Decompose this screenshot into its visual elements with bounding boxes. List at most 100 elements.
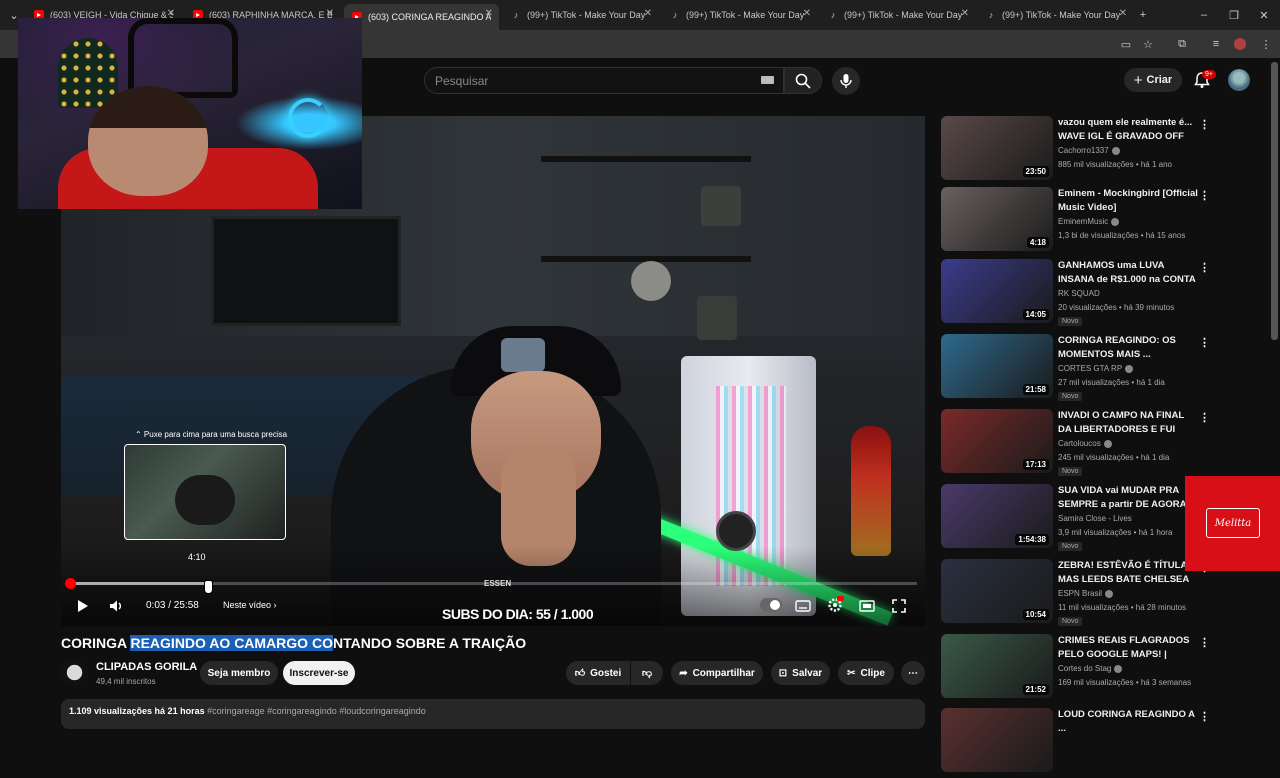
plus-icon: + bbox=[1133, 71, 1143, 89]
subtitles-button[interactable] bbox=[794, 597, 812, 615]
search-input[interactable]: Pesquisar bbox=[424, 67, 784, 94]
like-button[interactable]: 👍︎ Gostei bbox=[566, 661, 630, 685]
recommended-channel-name: CORTES GTA RP bbox=[1058, 364, 1123, 373]
recommended-video[interactable]: 14:05 GANHAMOS uma LUVA INSANA de R$1.000… bbox=[941, 259, 1241, 329]
recommended-video-title[interactable]: ZEBRA! ESTÊVÃO É TÍTULAR, MAS LEEDS BATE… bbox=[1058, 559, 1198, 587]
close-tab-icon[interactable]: ✕ bbox=[1119, 8, 1127, 19]
cast-icon[interactable]: ▭ bbox=[1118, 36, 1134, 52]
more-options-icon[interactable]: ⋮ bbox=[1199, 261, 1210, 274]
recommended-channel[interactable]: Cartoloucos bbox=[1058, 439, 1112, 448]
recommended-channel[interactable]: RK SQUAD bbox=[1058, 289, 1100, 298]
recommended-video-title[interactable]: Eminem - Mockingbird [Official Music Vid… bbox=[1058, 187, 1198, 215]
account-avatar[interactable] bbox=[1228, 69, 1250, 91]
close-tab-icon[interactable]: ✕ bbox=[961, 8, 969, 19]
video-thumbnail[interactable]: 21:58 bbox=[941, 334, 1053, 398]
video-thumbnail[interactable]: 23:50 bbox=[941, 116, 1053, 180]
fullscreen-button[interactable] bbox=[890, 597, 908, 615]
recommended-video[interactable]: 17:13 INVADI O CAMPO NA FINAL DA LIBERTAD… bbox=[941, 409, 1241, 479]
recommended-video[interactable]: 21:58 CORINGA REAGINDO: OS MOMENTOS MAIS … bbox=[941, 334, 1241, 404]
browser-tab[interactable]: ♪ (99+) TikTok - Make Your Day ✕ bbox=[503, 4, 658, 26]
more-options-icon[interactable]: ⋮ bbox=[1199, 118, 1210, 131]
search-button[interactable] bbox=[784, 67, 822, 94]
recommended-channel[interactable]: EminemMusic bbox=[1058, 217, 1120, 226]
recommended-video-title[interactable]: CRIMES REAIS FLAGRADOS PELO GOOGLE MAPS!… bbox=[1058, 634, 1198, 662]
keyboard-icon[interactable] bbox=[761, 76, 774, 84]
channel-avatar[interactable] bbox=[61, 659, 88, 686]
more-options-icon[interactable]: ⋮ bbox=[1199, 336, 1210, 349]
recommended-video[interactable]: LOUD CORINGA REAGINDO A ... ⋮ bbox=[941, 708, 1241, 778]
video-thumbnail[interactable]: 17:13 bbox=[941, 409, 1053, 473]
recommended-video-title[interactable]: CORINGA REAGINDO: OS MOMENTOS MAIS ... bbox=[1058, 334, 1198, 362]
join-button[interactable]: Seja membro bbox=[200, 661, 278, 685]
channel-name[interactable]: CLIPADAS GORILA bbox=[96, 661, 197, 673]
verified-check-icon bbox=[1111, 146, 1120, 155]
recommended-video[interactable]: 4:18 Eminem - Mockingbird [Official Music… bbox=[941, 187, 1241, 257]
bookmark-star-icon[interactable]: ☆ bbox=[1140, 36, 1156, 52]
subscribe-button[interactable]: Inscrever-se bbox=[283, 661, 355, 685]
create-button[interactable]: + Criar bbox=[1124, 68, 1182, 92]
autoplay-toggle[interactable] bbox=[760, 598, 782, 612]
more-options-icon[interactable]: ⋮ bbox=[1199, 189, 1210, 202]
description-hashtags[interactable]: #coringareage #coringareagindo #loudcori… bbox=[207, 706, 426, 716]
share-button[interactable]: ➦ Compartilhar bbox=[671, 661, 763, 685]
clip-button[interactable]: ✂ Clipe bbox=[838, 661, 894, 685]
page-scrollbar[interactable] bbox=[1271, 62, 1278, 340]
dislike-button[interactable]: 👎︎ bbox=[631, 661, 663, 685]
browser-tab[interactable]: ♪ (99+) TikTok - Make Your Day ✕ bbox=[978, 4, 1133, 26]
video-frame-plaque bbox=[697, 296, 737, 340]
browser-tab[interactable]: ♪ (99+) TikTok - Make Your Day ✕ bbox=[662, 4, 817, 26]
video-thumbnail[interactable]: 10:54 bbox=[941, 559, 1053, 623]
recommended-video-title[interactable]: LOUD CORINGA REAGINDO A ... bbox=[1058, 708, 1198, 736]
video-duration: 21:52 bbox=[1022, 684, 1049, 695]
video-title-selected-text: REAGINDO AO CAMARGO CO bbox=[130, 635, 333, 651]
save-button[interactable]: ⊡ Salvar bbox=[771, 661, 830, 685]
more-actions-button[interactable]: ⋯ bbox=[901, 661, 925, 685]
profile-icon[interactable] bbox=[1232, 36, 1248, 52]
scrub-preview-time: 4:10 bbox=[188, 552, 206, 562]
more-options-icon[interactable]: ⋮ bbox=[1199, 636, 1210, 649]
more-options-icon[interactable]: ⋮ bbox=[1199, 710, 1210, 723]
recommended-channel[interactable]: Cortes do Stag bbox=[1058, 664, 1123, 673]
video-duration: 21:58 bbox=[1022, 384, 1049, 395]
browser-menu-icon[interactable]: ⋮ bbox=[1258, 36, 1274, 52]
video-thumbnail[interactable]: 14:05 bbox=[941, 259, 1053, 323]
melitta-logo: Melitta bbox=[1206, 508, 1260, 538]
recommended-meta: 169 mil visualizações • há 3 semanas bbox=[1058, 678, 1192, 687]
recommended-video[interactable]: 23:50 vazou quem ele realmente é... WAVE … bbox=[941, 116, 1241, 186]
play-button[interactable] bbox=[74, 597, 92, 615]
video-thumbnail[interactable] bbox=[941, 708, 1053, 772]
extensions-icon[interactable]: ⧉ bbox=[1174, 36, 1190, 52]
recommended-channel[interactable]: Samira Close - Lives bbox=[1058, 514, 1132, 523]
maximize-button[interactable]: ❐ bbox=[1226, 7, 1242, 23]
more-options-icon[interactable]: ⋮ bbox=[1199, 411, 1210, 424]
recommended-video-title[interactable]: vazou quem ele realmente é... WAVE IGL É… bbox=[1058, 116, 1198, 144]
recommended-channel[interactable]: Cachorro1337 bbox=[1058, 146, 1120, 155]
video-thumbnail[interactable]: 4:18 bbox=[941, 187, 1053, 251]
recommended-meta: 20 visualizações • há 39 minutos bbox=[1058, 303, 1175, 312]
close-window-button[interactable]: ✕ bbox=[1256, 7, 1272, 23]
new-tab-button[interactable]: + bbox=[1135, 7, 1151, 23]
share-arrow-icon: ➦ bbox=[679, 667, 688, 679]
browser-tab[interactable]: ♪ (99+) TikTok - Make Your Day ✕ bbox=[820, 4, 975, 26]
recommended-video[interactable]: 21:52 CRIMES REAIS FLAGRADOS PELO GOOGLE … bbox=[941, 634, 1241, 704]
recommended-channel[interactable]: CORTES GTA RP bbox=[1058, 364, 1134, 373]
progress-scrubber-handle[interactable] bbox=[65, 578, 76, 589]
minimize-button[interactable]: – bbox=[1196, 7, 1212, 23]
video-thumbnail[interactable]: 21:52 bbox=[941, 634, 1053, 698]
close-tab-icon[interactable]: ✕ bbox=[803, 8, 811, 19]
video-thumbnail[interactable]: 1:54:38 bbox=[941, 484, 1053, 548]
recommended-video-title[interactable]: INVADI O CAMPO NA FINAL DA LIBERTADORES … bbox=[1058, 409, 1198, 437]
description-box[interactable]: 1.109 visualizações há 21 horas #coringa… bbox=[61, 699, 925, 729]
settings-button[interactable] bbox=[826, 596, 844, 614]
recommended-channel[interactable]: ESPN Brasil bbox=[1058, 589, 1114, 598]
voice-search-button[interactable] bbox=[832, 67, 860, 95]
close-tab-icon[interactable]: ✕ bbox=[644, 8, 652, 19]
chapters-button[interactable]: Neste vídeo › bbox=[223, 600, 277, 610]
theater-mode-button[interactable] bbox=[858, 597, 876, 615]
close-tab-icon[interactable]: ✕ bbox=[485, 8, 493, 19]
recommended-video-title[interactable]: GANHAMOS uma LUVA INSANA de R$1.000 na C… bbox=[1058, 259, 1198, 287]
volume-button[interactable] bbox=[107, 597, 125, 615]
recommended-video-title[interactable]: SUA VIDA vai MUDAR PRA SEMPRE a partir D… bbox=[1058, 484, 1198, 512]
media-control-icon[interactable]: ≡ bbox=[1208, 36, 1224, 52]
browser-tab[interactable]: (603) CORINGA REAGINDO AO ✕ bbox=[344, 4, 499, 30]
